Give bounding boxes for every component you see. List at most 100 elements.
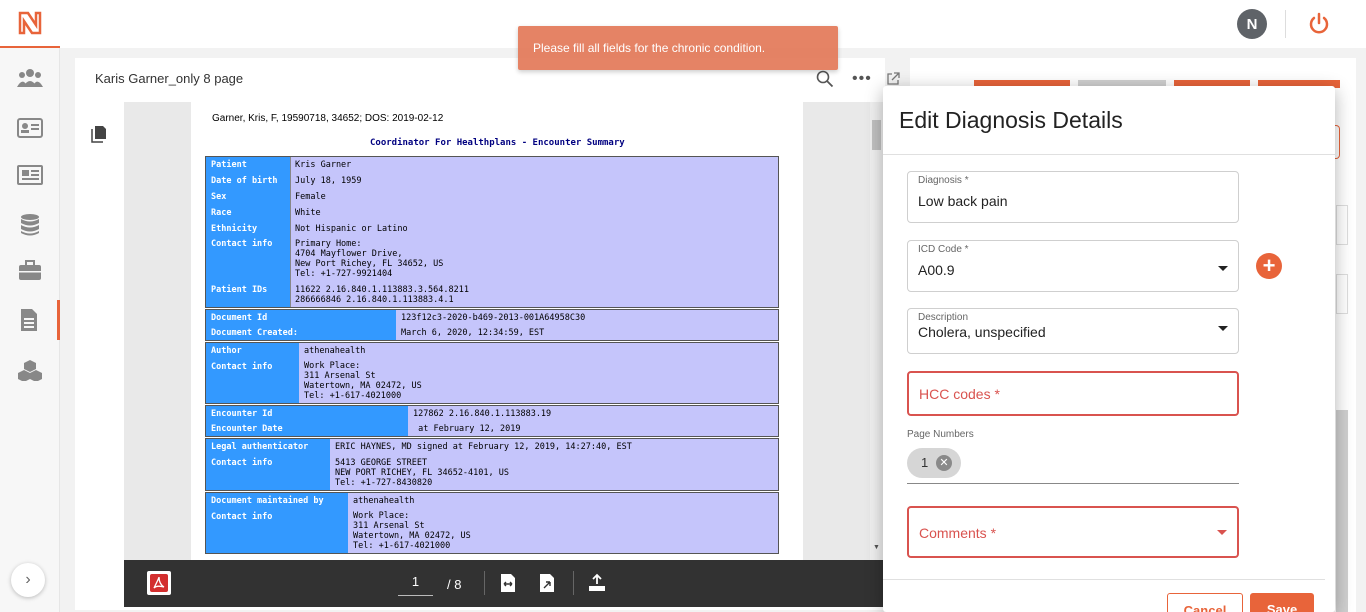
label-sex: Sex: [211, 192, 227, 202]
download-icon[interactable]: [588, 573, 606, 593]
value-encounter-date: at February 12, 2019: [413, 424, 521, 434]
modal-header-divider: [883, 154, 1335, 155]
label-patient: Patient: [211, 160, 247, 170]
label-race: Race: [211, 208, 232, 218]
expand-nav-button[interactable]: ›: [11, 563, 45, 597]
pages-icon[interactable]: [91, 125, 107, 143]
label-maintained-contact: Contact info: [211, 512, 273, 522]
search-icon[interactable]: [816, 70, 834, 88]
value-document-created: March 6, 2020, 12:34:59, EST: [401, 328, 545, 338]
scroll-down-icon[interactable]: ▼: [873, 544, 880, 551]
briefcase-icon: [19, 260, 41, 280]
description-value: Cholera, unspecified: [918, 324, 1046, 340]
chevron-right-icon: ›: [25, 571, 31, 588]
dropdown-arrow-icon: [1218, 326, 1228, 331]
modal-scrollbar[interactable]: [1325, 155, 1335, 612]
avatar[interactable]: N: [1237, 9, 1267, 39]
nav-newspaper[interactable]: [0, 155, 60, 195]
pdf-scrollbar[interactable]: [870, 102, 883, 560]
nav-database[interactable]: [0, 205, 60, 245]
value-document-id: 123f12c3-2020-b469-2013-001A64958C30: [401, 313, 586, 323]
pdf-scroll-thumb[interactable]: [872, 120, 881, 150]
document-title: Karis Garner_only 8 page: [95, 71, 244, 86]
author-block: Author Contact info athenahealth Work Pl…: [205, 342, 779, 404]
document-sidebar: [75, 102, 124, 560]
power-icon[interactable]: [1306, 11, 1332, 37]
id-card-icon: [17, 118, 43, 138]
more-options-icon[interactable]: •••: [852, 70, 872, 88]
diagnosis-field[interactable]: Diagnosis * Low back pain: [907, 171, 1239, 223]
page-number-input[interactable]: 1: [398, 574, 433, 596]
value-maintained-by: athenahealth: [353, 496, 415, 506]
chip-remove-icon[interactable]: ✕: [936, 455, 952, 471]
label-document-id: Document Id: [211, 313, 268, 323]
description-select[interactable]: Description Cholera, unspecified: [907, 308, 1239, 354]
nav-cubes[interactable]: [0, 350, 60, 390]
patient-block-labels: Patient Date of birth Sex Race Ethnicity…: [206, 157, 290, 307]
panel-scrollbar[interactable]: [1336, 410, 1348, 612]
label-encounter-date: Encounter Date: [211, 424, 283, 434]
cancel-button[interactable]: Cancel: [1167, 593, 1243, 612]
patient-block-values: Kris Garner July 18, 1959 Female White N…: [290, 157, 778, 307]
nav-id-card[interactable]: [0, 108, 60, 148]
database-icon: [21, 214, 39, 236]
app-logo[interactable]: [0, 0, 60, 48]
value-author-contact: Work Place: 311 Arsenal St Watertown, MA…: [304, 361, 422, 401]
label-legal-authenticator: Legal authenticator: [211, 442, 309, 452]
description-label: Description: [918, 312, 969, 323]
pdf-header: Garner, Kris, F, 19590718, 34652; DOS: 2…: [212, 113, 444, 124]
popout-icon[interactable]: [886, 72, 900, 86]
value-legal-contact: 5413 GEORGE STREET NEW PORT RICHEY, FL 3…: [335, 458, 509, 488]
value-ethnicity: Not Hispanic or Latino: [295, 224, 408, 234]
label-encounter-id: Encounter Id: [211, 409, 273, 419]
value-patient-ids: 11622 2.16.840.1.113883.3.564.8211 28666…: [295, 285, 469, 305]
maintained-by-block: Document maintained by Contact info athe…: [205, 492, 779, 554]
panel-select-edge: [1336, 205, 1348, 245]
add-icd-code-icon[interactable]: +: [1256, 253, 1282, 279]
toolbar-divider: [573, 571, 574, 595]
modal-footer-divider: [883, 579, 1325, 580]
cubes-icon: [18, 360, 42, 381]
diagnosis-value: Low back pain: [918, 193, 1008, 209]
value-maintained-contact: Work Place: 311 Arsenal St Watertown, MA…: [353, 511, 471, 551]
diagnosis-label: Diagnosis *: [918, 175, 969, 186]
value-encounter-id: 127862 2.16.840.1.113883.19: [413, 409, 552, 419]
icd-code-value: A00.9: [918, 262, 955, 278]
logo-icon: [18, 11, 42, 35]
acrobat-icon: [150, 574, 168, 592]
validation-toast: Please fill all fields for the chronic c…: [518, 26, 838, 70]
dropdown-arrow-icon: [1218, 266, 1228, 271]
document-block: Document Id Document Created: 123f12c3-2…: [205, 309, 779, 341]
nav-documents[interactable]: [0, 300, 60, 340]
page-chip-label: 1: [921, 455, 929, 470]
icd-code-label: ICD Code *: [918, 244, 969, 255]
fit-width-icon[interactable]: [499, 573, 517, 593]
nav-users[interactable]: [0, 58, 60, 98]
value-dob: July 18, 1959: [295, 176, 362, 186]
nav-briefcase[interactable]: [0, 250, 60, 290]
label-dob: Date of birth: [211, 176, 278, 186]
value-legal-authenticator: ERIC HAYNES, MD signed at February 12, 2…: [335, 442, 632, 452]
label-author-contact: Contact info: [211, 362, 273, 372]
patient-block: Patient Date of birth Sex Race Ethnicity…: [205, 156, 779, 308]
save-button[interactable]: Save: [1250, 593, 1314, 612]
legal-authenticator-block: Legal authenticator Contact info ERIC HA…: [205, 438, 779, 491]
topbar-divider: [1285, 10, 1286, 38]
hcc-codes-field[interactable]: HCC codes *: [907, 371, 1239, 416]
icd-code-select[interactable]: ICD Code * A00.9: [907, 240, 1239, 292]
page-total: / 8: [447, 577, 462, 592]
value-patient: Kris Garner: [295, 160, 352, 170]
edit-diagnosis-modal: Edit Diagnosis Details Diagnosis * Low b…: [883, 86, 1335, 612]
value-race: White: [295, 208, 321, 218]
dropdown-arrow-icon: [1217, 530, 1227, 535]
newspaper-icon: [17, 165, 43, 185]
comments-select[interactable]: Comments *: [907, 506, 1239, 558]
fit-page-icon[interactable]: [538, 573, 556, 593]
page-number-chip: 1 ✕: [907, 448, 961, 478]
label-document-created: Document Created:: [211, 328, 298, 338]
pdf-logo: [147, 571, 171, 595]
comments-placeholder: Comments *: [919, 525, 997, 541]
label-patient-ids: Patient IDs: [211, 285, 268, 295]
value-author: athenahealth: [304, 346, 366, 356]
hcc-codes-placeholder: HCC codes *: [919, 386, 1000, 402]
